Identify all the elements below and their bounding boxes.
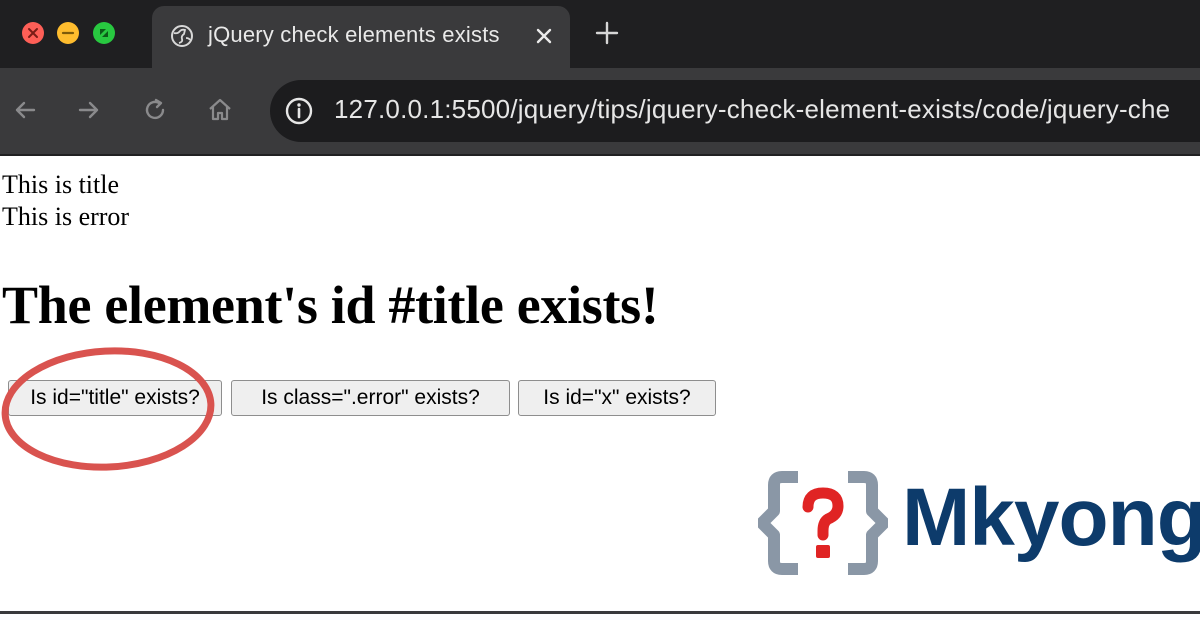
window-close-button[interactable] xyxy=(22,22,44,44)
reload-icon[interactable] xyxy=(140,95,170,125)
mkyong-brand-text: Mkyong. xyxy=(902,472,1200,563)
mkyong-logo-icon xyxy=(758,471,888,575)
bottom-window-edge xyxy=(0,611,1200,630)
check-error-class-button[interactable]: Is class=".error" exists? xyxy=(231,380,510,416)
title-text: This is title xyxy=(2,170,119,199)
expand-icon xyxy=(100,29,108,37)
check-x-button[interactable]: Is id="x" exists? xyxy=(518,380,716,416)
info-icon[interactable] xyxy=(284,96,314,126)
close-x-icon xyxy=(28,28,38,38)
plus-icon[interactable] xyxy=(594,20,620,46)
browser-tab-bar: jQuery check elements exists xyxy=(0,0,1200,68)
globe-icon xyxy=(171,25,193,47)
arrow-left-icon[interactable] xyxy=(10,95,40,125)
result-heading: The element's id #title exists! xyxy=(2,275,659,335)
close-icon[interactable] xyxy=(530,22,558,50)
page-viewport: This is title This is error The element'… xyxy=(0,156,1200,611)
browser-tab-active[interactable]: jQuery check elements exists xyxy=(152,6,570,68)
address-bar[interactable]: 127.0.0.1:5500/jquery/tips/jquery-check-… xyxy=(270,80,1200,142)
url-text: 127.0.0.1:5500/jquery/tips/jquery-check-… xyxy=(334,94,1171,124)
annotation-circle xyxy=(1,347,215,471)
minus-icon xyxy=(61,31,75,35)
tab-title: jQuery check elements exists xyxy=(208,22,500,47)
error-text: This is error xyxy=(2,202,130,231)
home-icon[interactable] xyxy=(205,95,235,125)
window-minimize-button[interactable] xyxy=(57,22,79,44)
window-maximize-button[interactable] xyxy=(93,22,115,44)
arrow-right-icon[interactable] xyxy=(74,95,104,125)
